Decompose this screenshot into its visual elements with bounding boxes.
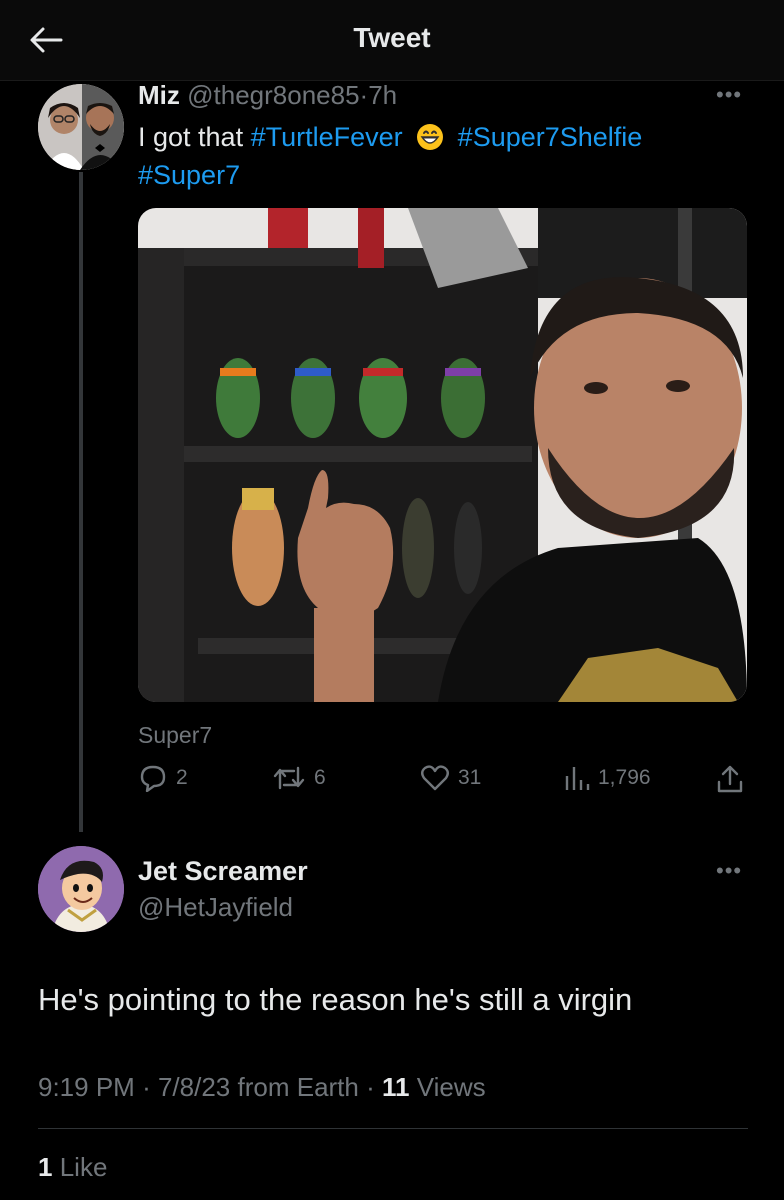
heart-icon [421, 765, 449, 791]
like-count: 31 [458, 766, 482, 789]
tweet-media-photo[interactable] [138, 208, 747, 702]
views-label: Views [416, 1072, 486, 1102]
reply-author-name[interactable]: Jet Screamer [138, 856, 308, 887]
retweet-icon [273, 766, 305, 790]
views-bar-chart-icon [565, 767, 590, 790]
more-options-icon[interactable]: ••• [716, 82, 742, 108]
media-caption[interactable]: Super7 [138, 722, 212, 749]
share-icon [717, 765, 743, 793]
reply-button[interactable]: 2 [138, 764, 188, 792]
author-name[interactable]: Miz [138, 80, 180, 110]
hashtag-link[interactable]: #Super7Shelfie [458, 122, 643, 152]
page-title: Tweet [353, 22, 431, 53]
more-options-icon[interactable]: ••• [716, 858, 742, 884]
top-bar: Tweet [0, 0, 784, 81]
tweet-metadata: 9:19 PM · 7/8/23 from Earth · 11 Views [38, 1072, 486, 1103]
hashtag-link[interactable]: #TurtleFever [251, 122, 403, 152]
retweet-count: 6 [314, 766, 326, 789]
tweet-header: Miz @thegr8one85·7h [138, 80, 397, 111]
share-button[interactable] [716, 764, 744, 794]
post-date[interactable]: 7/8/23 [158, 1072, 230, 1102]
time-separator: · [359, 80, 369, 110]
couple-photo-icon [38, 84, 124, 170]
post-time[interactable]: 9:19 PM [38, 1072, 135, 1102]
reply-author-handle[interactable]: @HetJayfield [138, 892, 293, 923]
tweet-time[interactable]: 7h [368, 80, 397, 110]
likes-summary[interactable]: 1 Like [38, 1152, 107, 1183]
meta-separator: · [142, 1072, 151, 1102]
cartoon-avatar-icon [38, 846, 124, 932]
thread-line [79, 172, 83, 832]
likes-count: 1 [38, 1152, 53, 1182]
reply-icon [140, 765, 166, 792]
tweet-text-prefix: I got that [138, 122, 244, 152]
hashtag-link[interactable]: #Super7 [138, 160, 240, 190]
likes-label: Like [59, 1152, 108, 1182]
meta-separator: · [366, 1072, 375, 1102]
shelfie-photo [138, 208, 747, 702]
reply-text: He's pointing to the reason he's still a… [38, 982, 633, 1017]
avatar[interactable] [38, 846, 124, 932]
views-count: 1,796 [598, 766, 651, 789]
post-source: from Earth [237, 1072, 359, 1102]
tweet-text: I got that #TurtleFever #Super7Shelfie #… [138, 118, 738, 194]
views-button[interactable]: 1,796 [564, 764, 651, 792]
author-handle[interactable]: @thegr8one85 [187, 80, 359, 110]
retweet-button[interactable]: 6 [272, 764, 326, 792]
divider [38, 1128, 748, 1129]
like-button[interactable]: 31 [420, 764, 481, 792]
avatar[interactable] [38, 84, 124, 170]
reply-count: 2 [176, 766, 188, 789]
views-count: 11 [382, 1072, 410, 1102]
grinning-face-emoji-icon [417, 124, 444, 150]
